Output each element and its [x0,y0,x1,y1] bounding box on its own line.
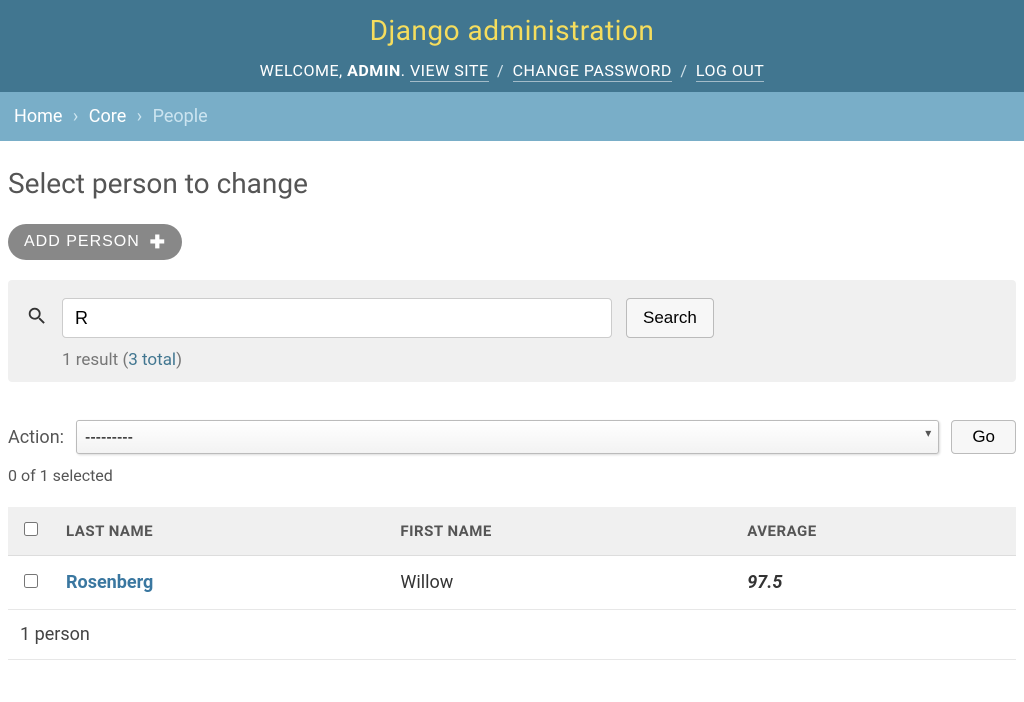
col-average[interactable]: AVERAGE [735,507,1016,556]
add-person-button[interactable]: ADD PERSON ✚ [8,224,182,260]
username: ADMIN [347,61,401,80]
select-all-checkbox[interactable] [24,522,38,536]
logout-link[interactable]: LOG OUT [696,61,764,82]
dot: . [401,61,410,80]
cell-first-name: Willow [388,556,735,610]
breadcrumb-sep: › [73,106,78,127]
add-person-label: ADD PERSON [24,233,140,251]
total-link[interactable]: 3 total [128,350,176,370]
search-icon [26,305,48,332]
breadcrumb-app[interactable]: Core [89,106,126,127]
cell-last-name: Rosenberg [54,556,388,610]
result-suffix: ) [176,350,182,370]
view-site-link[interactable]: VIEW SITE [410,61,489,82]
page-title: Select person to change [8,167,1016,200]
col-first-name[interactable]: FIRST NAME [388,507,735,556]
site-title: Django administration [0,14,1024,47]
search-toolbar: Search 1 result (3 total) [8,280,1016,382]
object-link[interactable]: Rosenberg [66,572,153,593]
result-count: 1 result ( [62,350,128,370]
breadcrumb: Home › Core › People [0,92,1024,141]
table-row: Rosenberg Willow 97.5 [8,556,1016,610]
breadcrumb-home[interactable]: Home [14,106,62,127]
cell-average: 97.5 [735,556,1016,610]
breadcrumb-sep: › [137,106,142,127]
search-summary: 1 result (3 total) [62,350,998,370]
col-last-name[interactable]: LAST NAME [54,507,388,556]
breadcrumb-current: People [153,106,208,127]
table-header-row: LAST NAME FIRST NAME AVERAGE [8,507,1016,556]
selection-counter: 0 of 1 selected [8,466,1016,485]
welcome-text: WELCOME, [260,61,348,80]
change-password-link[interactable]: CHANGE PASSWORD [513,61,672,82]
separator: / [493,61,509,80]
action-label: Action: [8,427,64,448]
go-button[interactable]: Go [951,420,1016,454]
action-select-wrap: --------- [76,420,939,454]
paginator: 1 person [8,610,1016,660]
row-checkbox[interactable] [24,574,38,588]
results-table: LAST NAME FIRST NAME AVERAGE Rosenberg W… [8,507,1016,610]
user-tools: WELCOME, ADMIN. VIEW SITE / CHANGE PASSW… [0,61,1024,80]
action-select[interactable]: --------- [76,420,939,454]
row-checkbox-cell [8,556,54,610]
content: Select person to change ADD PERSON ✚ Sea… [0,141,1024,660]
separator: / [676,61,692,80]
plus-icon: ✚ [150,233,166,251]
actions-bar: Action: --------- Go [8,420,1016,454]
select-all-header [8,507,54,556]
admin-header: Django administration WELCOME, ADMIN. VI… [0,0,1024,92]
search-button[interactable]: Search [626,298,714,338]
search-input[interactable] [62,298,612,338]
